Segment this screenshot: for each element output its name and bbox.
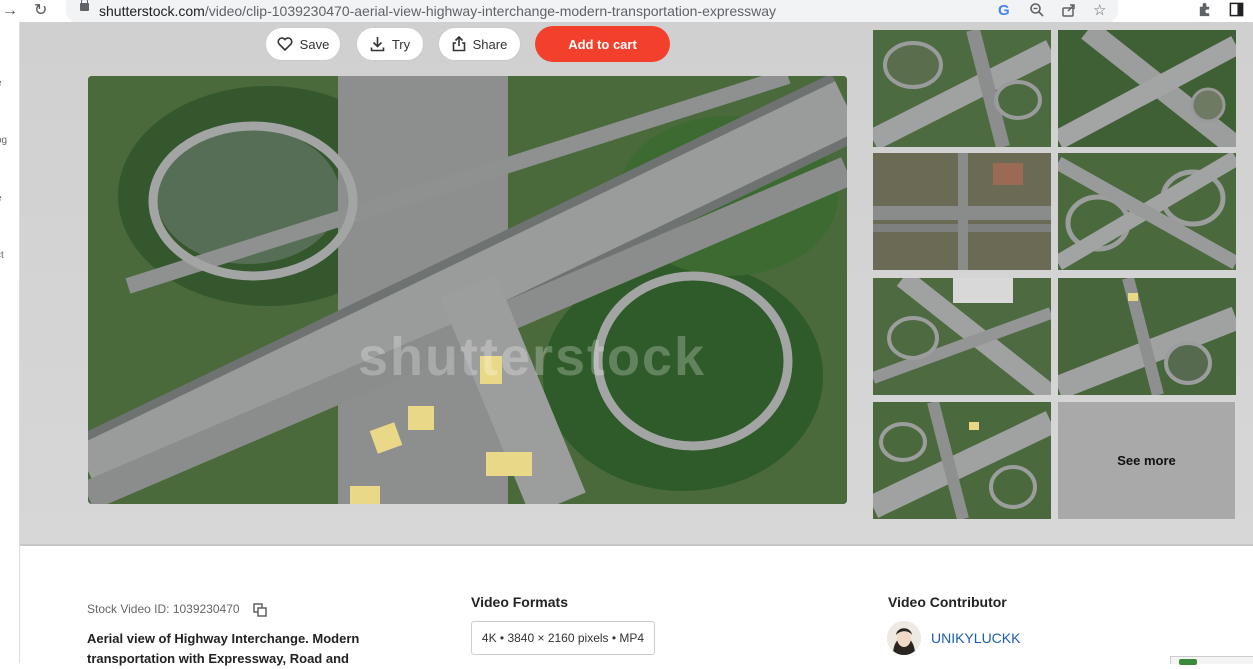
- format-label: 4K • 3840 × 2160 pixels • MP4: [481, 631, 645, 645]
- see-more-button[interactable]: See more: [1058, 402, 1235, 519]
- sidebar-fragment[interactable]: og: [0, 135, 7, 146]
- stock-video-id: Stock Video ID: 1039230470: [87, 602, 240, 616]
- share-page-icon[interactable]: [1061, 2, 1077, 23]
- related-clip-thumbnail[interactable]: [873, 402, 1051, 519]
- sidebar-fragment[interactable]: e: [0, 193, 2, 204]
- try-button[interactable]: Try: [356, 27, 424, 61]
- browser-toolbar: → ↻ shutterstock.com/video/clip-10392304…: [0, 0, 1253, 23]
- aerial-highway-image: [88, 76, 847, 504]
- side-panel-icon[interactable]: [1229, 2, 1244, 22]
- cart-label: Add to cart: [568, 36, 637, 52]
- video-formats-title: Video Formats: [471, 594, 568, 610]
- copy-icon[interactable]: [253, 603, 267, 617]
- url-text[interactable]: shutterstock.com/video/clip-1039230470-a…: [99, 3, 776, 19]
- left-sidebar: e og e ct: [0, 22, 20, 663]
- related-clip-thumbnail[interactable]: [873, 153, 1051, 270]
- save-button[interactable]: Save: [265, 27, 341, 61]
- share-button[interactable]: Share: [438, 27, 521, 61]
- divider: [20, 544, 1253, 546]
- main-video-preview[interactable]: shutterstock: [88, 76, 847, 504]
- see-more-label: See more: [1117, 453, 1176, 468]
- bookmark-star-icon[interactable]: ☆: [1093, 2, 1106, 20]
- try-label: Try: [391, 36, 411, 52]
- video-description: Aerial view of Highway Interchange. Mode…: [87, 631, 360, 666]
- heart-icon: [277, 37, 293, 51]
- download-icon: [370, 37, 385, 52]
- contributor-link[interactable]: UNIKYLUCKK: [931, 630, 1020, 646]
- share-label: Share: [472, 36, 508, 52]
- reload-icon[interactable]: ↻: [34, 1, 47, 21]
- format-option[interactable]: 4K • 3840 × 2160 pixels • MP4: [471, 621, 655, 655]
- forward-icon[interactable]: →: [2, 1, 18, 21]
- sidebar-fragment[interactable]: e: [0, 78, 2, 89]
- add-to-cart-button[interactable]: Add to cart: [535, 26, 670, 62]
- avatar[interactable]: [887, 621, 921, 655]
- watermark: shutterstock: [358, 327, 707, 387]
- related-clip-thumbnail[interactable]: [1058, 30, 1236, 147]
- google-icon[interactable]: G: [998, 2, 1010, 20]
- related-clip-thumbnail[interactable]: [873, 30, 1051, 147]
- flag-icon: [1179, 659, 1197, 665]
- related-clip-thumbnail[interactable]: [1058, 278, 1236, 395]
- video-contributor-title: Video Contributor: [888, 594, 1007, 610]
- sidebar-fragment[interactable]: ct: [0, 250, 4, 261]
- url-host: shutterstock.com: [99, 3, 205, 19]
- share-icon: [452, 36, 465, 52]
- extensions-icon[interactable]: [1197, 2, 1212, 22]
- zoom-icon[interactable]: [1029, 2, 1045, 23]
- lock-icon[interactable]: [80, 0, 89, 11]
- save-label: Save: [299, 36, 330, 52]
- related-clip-thumbnail[interactable]: [1058, 153, 1236, 270]
- url-path: /video/clip-1039230470-aerial-view-highw…: [204, 3, 777, 19]
- related-clip-thumbnail[interactable]: [873, 278, 1051, 395]
